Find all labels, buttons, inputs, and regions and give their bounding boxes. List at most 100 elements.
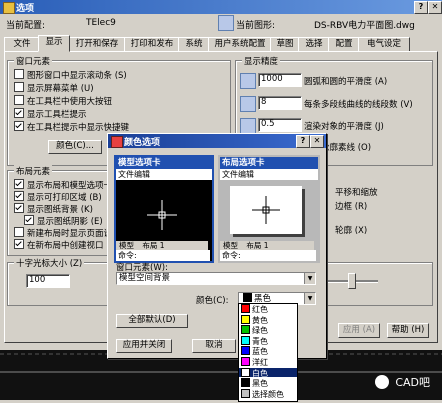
window-element-value: 模型空间背景: [119, 273, 171, 283]
checkbox[interactable]: [14, 95, 24, 105]
checkbox[interactable]: [14, 191, 24, 201]
color-option-label: 黄色: [252, 315, 268, 325]
checkbox[interactable]: [14, 227, 24, 237]
color-option-label: 黑色: [252, 379, 268, 389]
current-drawing-label: 当前图形:: [236, 21, 276, 31]
current-drawing-value: DS-RBV电力平面图.dwg: [314, 21, 415, 31]
polyline-segments-input[interactable]: 8: [258, 96, 302, 110]
preview-tab-model: 模型: [119, 241, 134, 250]
color-option[interactable]: 绿色: [239, 325, 297, 335]
close-icon[interactable]: ✕: [428, 1, 442, 14]
chevron-down-icon[interactable]: ▼: [304, 273, 315, 284]
color-option[interactable]: 蓝色: [239, 346, 297, 356]
restore-all-button[interactable]: 全部默认(D): [116, 314, 188, 328]
chk-shortcut-tooltips[interactable]: 在工具栏提示中显示快捷键: [14, 121, 129, 133]
chk-scrollbars[interactable]: 图形窗口中显示滚动条 (S): [14, 69, 127, 81]
chk-tooltips[interactable]: 显示工具栏提示: [14, 108, 87, 120]
tab-drafting[interactable]: 草图: [270, 37, 300, 52]
layout-paper: [230, 186, 302, 234]
apply-close-button[interactable]: 应用并关闭: [116, 339, 172, 353]
color-option[interactable]: 白色: [239, 367, 297, 378]
window-element-dropdown[interactable]: 模型空间背景 ▼: [116, 272, 316, 285]
polyline-segments-label: 每条多段线曲线的线段数 (V): [304, 100, 413, 110]
color-option[interactable]: 洋红: [239, 357, 297, 367]
tab-profiles[interactable]: 配置: [328, 37, 360, 52]
chk-create-viewport[interactable]: 在新布局中创建视口: [14, 239, 104, 251]
contour-label: 轮廓 (X): [335, 226, 368, 236]
color-option[interactable]: 黄色: [239, 314, 297, 325]
color-option-label: 洋红: [252, 358, 268, 367]
tab-selection[interactable]: 选择: [298, 37, 330, 52]
crosshair-size-input[interactable]: 100: [26, 274, 70, 288]
arc-smoothness-input[interactable]: 1000: [258, 73, 302, 87]
chk-page-setup[interactable]: 新建布局时显示页面设置: [14, 227, 121, 239]
color-option[interactable]: 青色: [239, 335, 297, 346]
current-profile-value: TElec9: [86, 18, 116, 28]
checkbox[interactable]: [14, 239, 24, 249]
chk-large-buttons[interactable]: 在工具栏中使用大按钮: [14, 95, 112, 107]
watermark-label: CAD吧: [395, 376, 430, 389]
tab-system[interactable]: 系统: [178, 37, 210, 52]
color-dialog-title: 颜色选项: [124, 138, 161, 148]
color-swatch: [241, 357, 250, 366]
apply-button[interactable]: 应用 (A): [338, 323, 380, 338]
help-icon[interactable]: ?: [414, 1, 428, 14]
color-swatch: [241, 346, 250, 356]
dialog-help-icon[interactable]: ?: [296, 135, 310, 148]
model-tab-preview[interactable]: 模型选项卡 文件编辑 模型 布局 1 命令:: [114, 155, 214, 263]
chk-paper-background[interactable]: 显示图纸背景 (K): [14, 203, 93, 215]
color-option-label: 蓝色: [252, 347, 268, 357]
chk-paper-shadow[interactable]: 显示图纸阴影 (E): [24, 215, 103, 227]
window-title: 选项: [16, 4, 35, 14]
wechat-icon: [374, 375, 389, 389]
tab-display[interactable]: 显示: [38, 35, 70, 52]
checkbox[interactable]: [14, 108, 24, 118]
tab-open-save[interactable]: 打开和保存: [68, 37, 126, 52]
checkbox[interactable]: [24, 215, 34, 225]
model-preview-cmd: 命令:: [116, 250, 210, 261]
chk-label: 在工具栏中使用大按钮: [27, 97, 113, 107]
layout-tab-preview[interactable]: 布局选项卡 文件编辑 模型 布局 1 命令:: [218, 155, 320, 263]
color-option-label: 红色: [252, 305, 268, 314]
color-option[interactable]: 黑色: [239, 378, 297, 388]
color-option-label: 绿色: [252, 326, 268, 336]
chevron-down-icon[interactable]: ▼: [304, 293, 315, 304]
display-precision-title: 显示精度: [242, 55, 281, 67]
color-swatch: [241, 367, 250, 377]
window-elements-title: 窗口元素: [14, 55, 53, 67]
render-smoothness-input[interactable]: 0.5: [258, 118, 302, 132]
chk-label: 显示屏幕菜单 (U): [27, 84, 94, 94]
crosshair-title: 十字光标大小 (Z): [14, 257, 85, 269]
chk-printable-area[interactable]: 显示可打印区域 (B): [14, 191, 102, 203]
layout-crosshair: [252, 196, 280, 224]
cancel-button[interactable]: 取消: [192, 339, 236, 353]
model-preview-sub: 文件编辑: [116, 169, 212, 180]
tab-user-prefs[interactable]: 用户系统配置: [208, 37, 272, 52]
color-swatch: [241, 335, 250, 345]
tab-files[interactable]: 文件: [4, 37, 40, 52]
checkbox[interactable]: [14, 179, 24, 189]
chk-label: 在新布局中创建视口: [27, 241, 104, 251]
checkbox[interactable]: [14, 121, 24, 131]
tab-plot-publish[interactable]: 打印和发布: [124, 37, 180, 52]
help-button[interactable]: 帮助 (H): [387, 323, 429, 338]
color-list: 红色 黄色 绿色 青色 蓝色 洋红 白色 黑色 选择颜色: [238, 303, 298, 402]
crosshair-slider-thumb[interactable]: [348, 273, 356, 289]
color-swatch: [241, 304, 250, 313]
layout-preview-canvas: 文件编辑 模型 布局 1 命令:: [220, 169, 318, 261]
color-option-label: 白色: [252, 368, 268, 378]
preview-tab-model: 模型: [223, 241, 238, 250]
checkbox[interactable]: [14, 82, 24, 92]
colors-button[interactable]: 颜色(C)...: [48, 140, 102, 154]
tab-electrical[interactable]: 电气设定: [358, 37, 410, 52]
color-option[interactable]: 红色: [239, 304, 297, 314]
checkbox[interactable]: [14, 203, 24, 213]
color-swatch: [241, 325, 250, 335]
dialog-close-icon[interactable]: ✕: [310, 135, 324, 148]
watermark-text: CAD吧: [374, 374, 430, 390]
arc-smoothness-label: 圆弧和圆的平滑度 (A): [304, 77, 388, 87]
chk-layout-tabs[interactable]: 显示布局和模型选项卡: [14, 179, 112, 191]
chk-screen-menu[interactable]: 显示屏幕菜单 (U): [14, 82, 94, 94]
color-option[interactable]: 选择颜色: [239, 388, 297, 399]
checkbox[interactable]: [14, 69, 24, 79]
